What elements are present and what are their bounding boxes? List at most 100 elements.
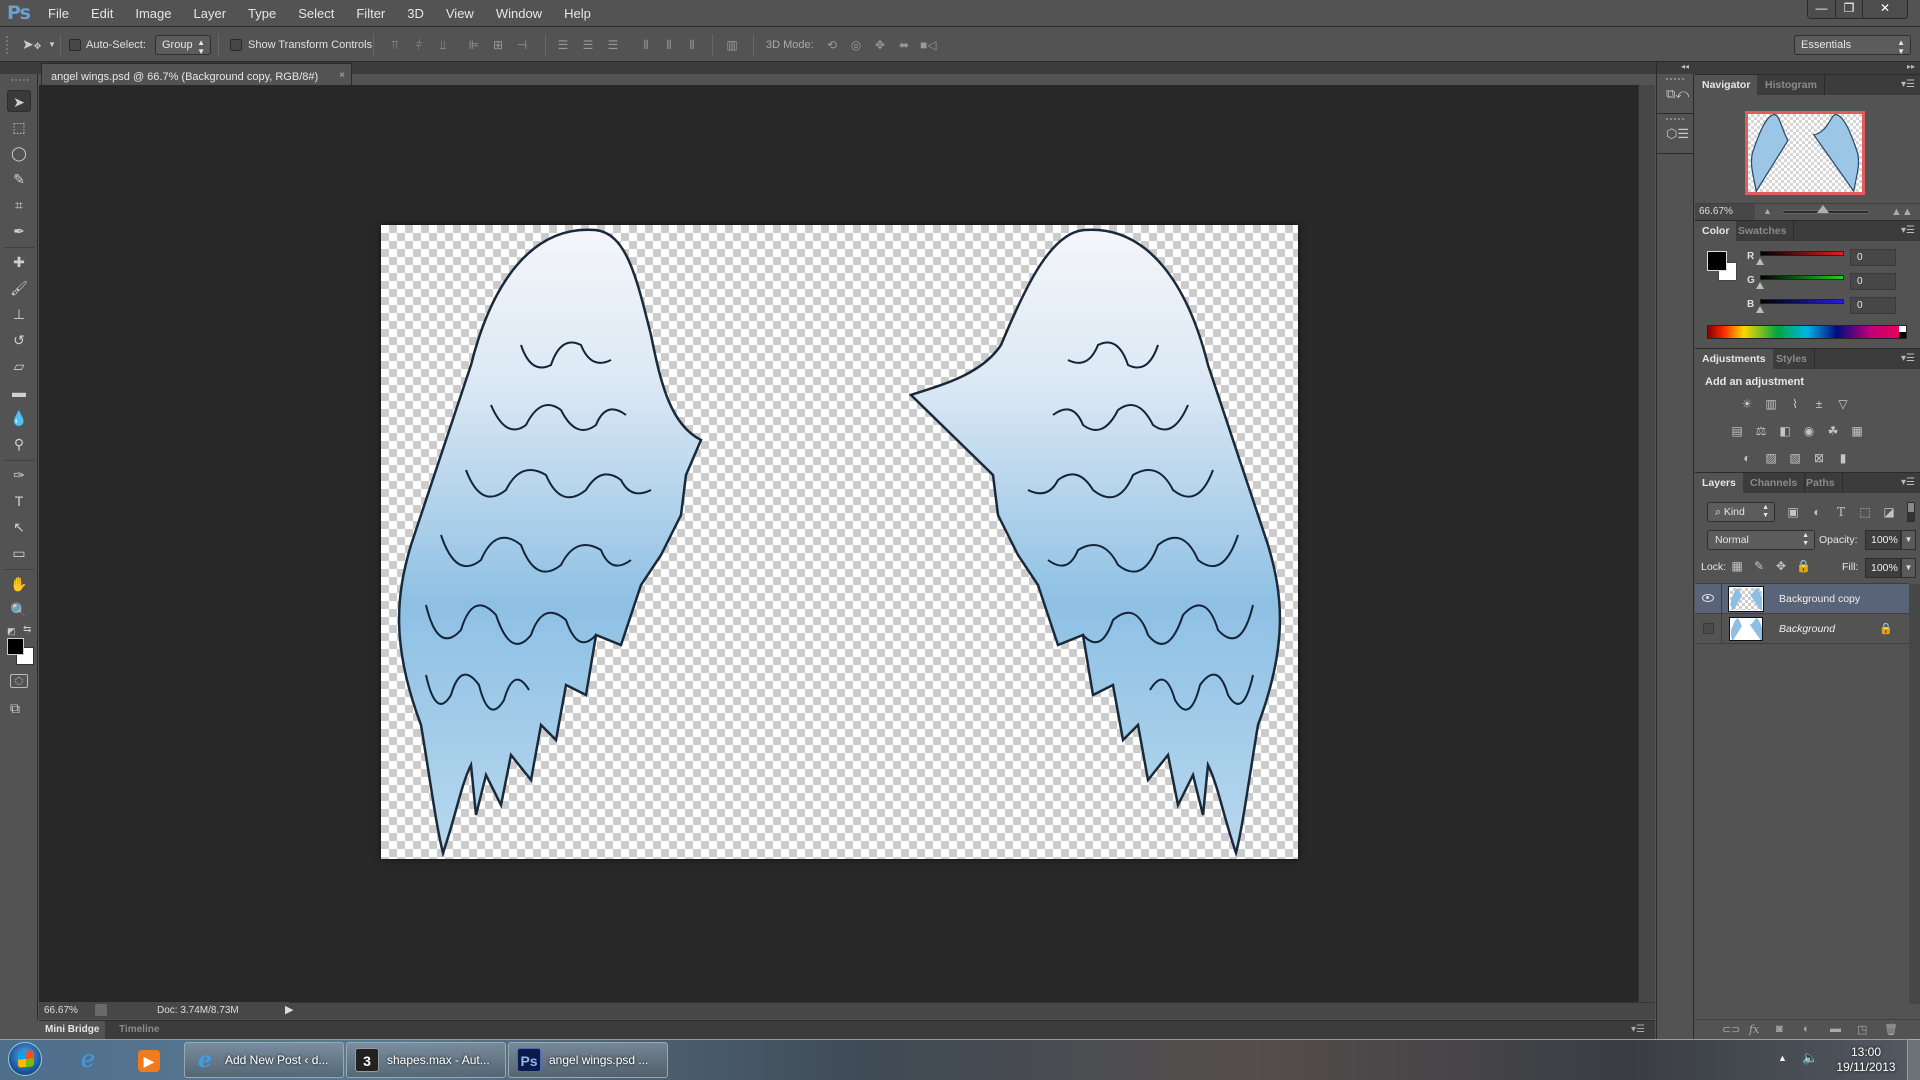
foreground-color-swatch[interactable] [1707,251,1727,271]
3ds-max-window-button[interactable]: 3 shapes.max - Aut... [346,1042,506,1078]
exposure-icon[interactable]: ± [1811,397,1827,411]
black-white-icon[interactable]: ◧ [1777,424,1793,438]
filter-smart-objects-icon[interactable]: ◪ [1882,505,1896,519]
menu-3d[interactable]: 3D [407,6,424,21]
distribute-right-edges-icon[interactable]: ⫴ [684,37,700,53]
align-horizontal-centers-icon[interactable]: ⊞ [490,37,506,53]
move-tool-preset-icon[interactable]: ➤✥ [22,36,41,53]
align-left-edges-icon[interactable]: ⊫ [466,37,482,53]
eraser-tool[interactable]: ▱ [7,355,31,377]
start-button[interactable] [8,1042,42,1076]
threshold-icon[interactable]: ▧ [1787,451,1803,465]
channel-value-b[interactable]: 0 [1850,297,1896,314]
channel-slider-handle[interactable] [1756,282,1764,289]
layer-visibility-toggle[interactable] [1695,614,1722,644]
history-brush-tool[interactable]: ↺ [7,329,31,351]
panel-grip[interactable] [11,79,29,81]
document-tab[interactable]: angel wings.psd @ 66.7% (Background copy… [41,63,352,85]
collapse-panels-icon[interactable]: ◂◂ [1657,62,1695,74]
auto-select-checkbox[interactable] [69,39,81,51]
photoshop-window-button[interactable]: Ps angel wings.psd ... [508,1042,668,1078]
healing-brush-tool[interactable]: ✚ [7,251,31,273]
brightness-contrast-icon[interactable]: ☀ [1739,397,1755,411]
show-desktop-button[interactable] [1907,1039,1920,1080]
clock[interactable]: 13:00 19/11/2013 [1830,1045,1902,1075]
lock-all-icon[interactable]: 🔒 [1796,559,1811,573]
auto-select-mode-dropdown[interactable]: Group ▲ ▼ [155,35,211,56]
new-layer-icon[interactable]: ◳ [1857,1023,1867,1036]
menu-select[interactable]: Select [298,6,334,21]
dodge-tool[interactable]: ⚲ [7,433,31,455]
document-canvas[interactable] [381,225,1298,859]
panel-menu-icon[interactable]: ▾☰ [1631,1024,1645,1035]
new-group-icon[interactable]: ▬ [1830,1023,1841,1035]
status-zoom-level[interactable]: 66.67% [44,1005,78,1016]
filter-shape-layers-icon[interactable]: ⬚ [1858,505,1872,519]
align-vertical-centers-icon[interactable]: ⫩ [411,37,427,53]
lock-image-pixels-icon[interactable]: ✎ [1752,559,1766,573]
menu-type[interactable]: Type [248,6,276,21]
zoom-out-icon[interactable]: ▲ [1763,206,1772,216]
panel-grip[interactable] [1666,78,1684,80]
quick-selection-tool[interactable]: ✎ [7,168,31,190]
tab-channels[interactable]: Channels [1743,473,1806,493]
black-white-swatch[interactable] [1899,326,1906,338]
layer-thumbnail[interactable] [1728,586,1764,612]
channel-value-g[interactable]: 0 [1850,273,1896,290]
distribute-bottom-edges-icon[interactable]: ☰ [605,37,621,53]
color-balance-icon[interactable]: ⚖ [1753,424,1769,438]
zoom-tool[interactable]: 🔍 [7,599,31,621]
photo-filter-icon[interactable]: ◉ [1801,424,1817,438]
navigator-preview[interactable] [1745,111,1865,195]
delete-layer-icon[interactable]: 🗑 [1884,1023,1898,1036]
distribute-horizontal-centers-icon[interactable]: ⫴ [661,37,677,53]
lasso-tool[interactable]: ◯ [7,142,31,164]
blur-tool[interactable]: 💧 [7,407,31,429]
tab-mini-bridge[interactable]: Mini Bridge [39,1021,106,1040]
distribute-vertical-centers-icon[interactable]: ☰ [580,37,596,53]
3d-pan-icon[interactable]: ✥ [872,37,888,53]
move-tool[interactable]: ➤ [7,90,31,112]
workspace-switcher[interactable]: Essentials ▲ ▼ [1794,35,1911,56]
add-layer-style-icon[interactable]: fx [1749,1023,1759,1036]
menu-image[interactable]: Image [135,6,171,21]
align-top-edges-icon[interactable]: ⫪ [387,37,403,53]
blend-mode-dropdown[interactable]: Normal ▲ ▼ [1707,530,1815,550]
layer-row[interactable]: Background copy [1695,584,1909,614]
channel-slider-handle[interactable] [1756,306,1764,313]
screen-mode-icon[interactable]: ⧉ [10,700,20,717]
marquee-tool[interactable]: ⬚ [7,116,31,138]
fill-dropdown-button[interactable]: ▼ [1901,558,1916,578]
navigator-zoom-value[interactable]: 66.67% [1695,204,1755,220]
3d-orbit-icon[interactable]: ⟲ [824,37,840,53]
layer-visibility-toggle[interactable] [1695,584,1722,614]
restore-button[interactable]: ❐ [1835,0,1862,18]
hand-tool[interactable]: ✋ [7,573,31,595]
tool-preset-dropdown-icon[interactable]: ▼ [48,40,56,49]
align-right-edges-icon[interactable]: ⊣ [514,37,530,53]
tab-histogram[interactable]: Histogram [1758,75,1825,95]
layer-thumbnail[interactable] [1729,617,1763,641]
properties-panel-button[interactable]: ⬡☰ [1657,114,1693,154]
layer-filter-kind-dropdown[interactable]: ⌕ Kind ▲ ▼ [1707,502,1775,522]
posterize-icon[interactable]: ▨ [1763,451,1779,465]
menu-file[interactable]: File [48,6,69,21]
new-adjustment-layer-icon[interactable]: ◐ [1803,1023,1810,1035]
swap-colors-icon[interactable]: ⇆ [23,624,31,635]
menu-layer[interactable]: Layer [194,6,227,21]
add-layer-mask-icon[interactable]: ◙ [1776,1023,1783,1035]
channel-slider-r[interactable] [1760,251,1844,256]
lock-position-icon[interactable]: ✥ [1774,559,1788,573]
default-colors-icon[interactable]: ◩ [7,626,16,637]
3d-slide-icon[interactable]: ⬌ [896,37,912,53]
vertical-scrollbar[interactable] [1638,85,1655,1002]
menu-edit[interactable]: Edit [91,6,113,21]
internet-explorer-icon[interactable]: e [72,1044,104,1074]
invert-icon[interactable]: ◐ [1739,451,1755,465]
minimize-button[interactable]: — [1808,0,1835,18]
tab-paths[interactable]: Paths [1799,473,1843,493]
layer-row[interactable]: Background 🔒 [1695,614,1909,644]
color-spectrum-ramp[interactable] [1707,325,1907,339]
show-transform-controls-checkbox[interactable] [230,39,242,51]
tab-layers[interactable]: Layers [1695,473,1743,493]
